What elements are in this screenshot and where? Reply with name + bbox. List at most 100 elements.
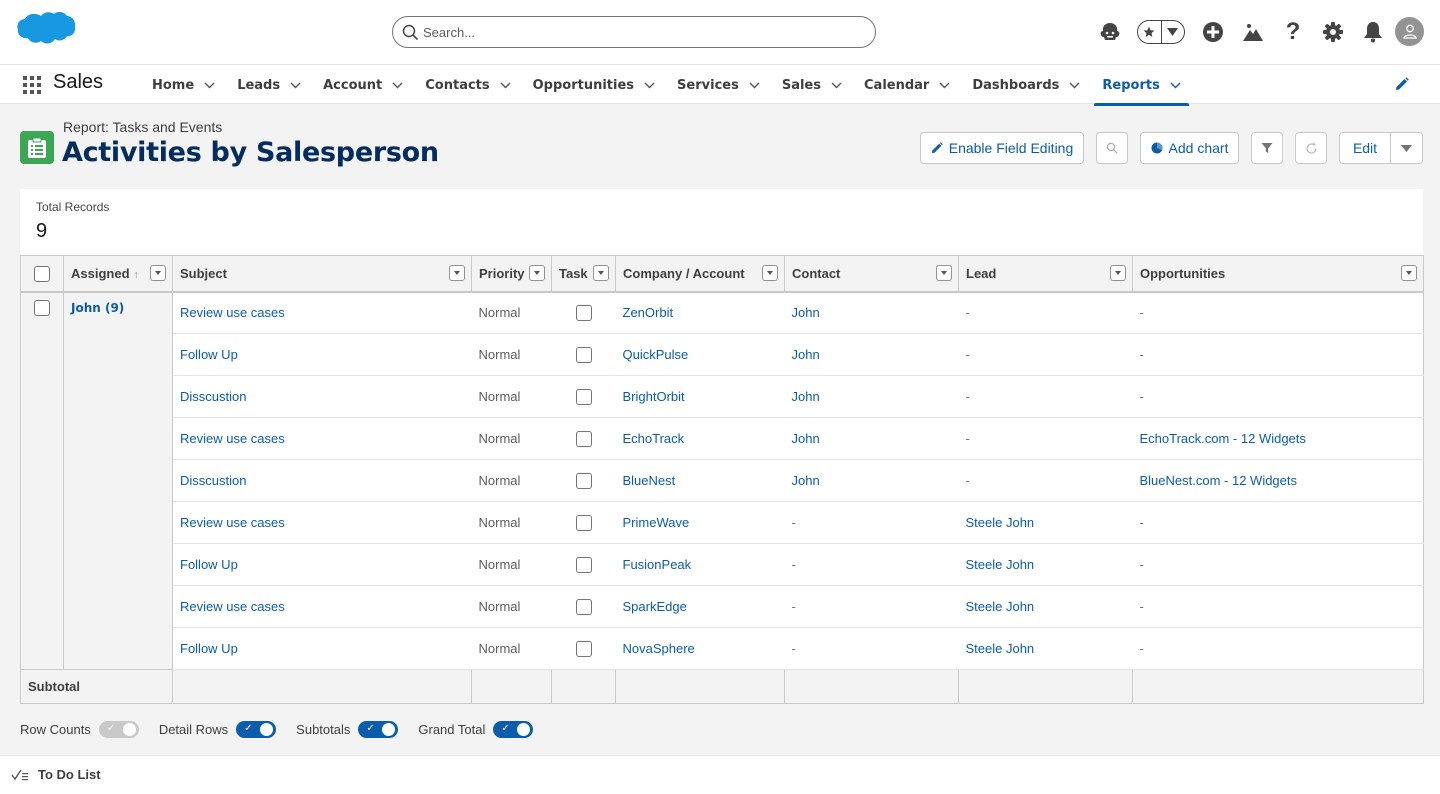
opportunity-value[interactable]: BlueNest.com - 12 Widgets [1140, 473, 1298, 488]
company-value[interactable]: NovaSphere [623, 641, 695, 656]
task-checkbox[interactable] [575, 430, 592, 447]
salesforce-logo[interactable] [16, 11, 76, 53]
chevron-down-icon[interactable] [1069, 82, 1080, 89]
task-checkbox[interactable] [575, 640, 592, 657]
task-checkbox[interactable] [575, 556, 592, 573]
sort-ascending-icon[interactable]: ↑ [134, 269, 140, 281]
nav-item-reports[interactable]: Reports [1094, 65, 1190, 106]
company-value[interactable]: BrightOrbit [623, 389, 685, 404]
company-value[interactable]: ZenOrbit [623, 305, 674, 320]
edit-nav-pencil-icon[interactable] [1395, 77, 1409, 91]
column-menu-button[interactable] [150, 265, 166, 281]
edit-button[interactable]: Edit [1340, 133, 1391, 163]
company-value[interactable]: QuickPulse [623, 347, 689, 362]
filter-button[interactable] [1251, 132, 1283, 164]
lead-value[interactable]: Steele John [966, 515, 1035, 530]
column-menu-button[interactable] [593, 265, 609, 281]
column-header-assigned[interactable]: Assigned ↑ [63, 255, 173, 293]
global-create-icon[interactable] [1201, 20, 1225, 44]
chevron-down-icon[interactable] [500, 82, 511, 89]
group-assigned-link[interactable]: John (9) [71, 301, 124, 315]
contact-value[interactable]: John [792, 305, 820, 320]
task-checkbox[interactable] [575, 514, 592, 531]
task-checkbox[interactable] [575, 346, 592, 363]
subject-value[interactable]: Follow Up [180, 557, 238, 572]
column-menu-button[interactable] [1110, 265, 1126, 281]
trailhead-icon[interactable] [1241, 20, 1265, 44]
lead-value[interactable]: Steele John [966, 599, 1035, 614]
subject-value[interactable]: Review use cases [180, 515, 285, 530]
global-search[interactable] [392, 16, 876, 48]
nav-item-leads[interactable]: Leads [237, 65, 301, 105]
contact-value[interactable]: John [792, 473, 820, 488]
chevron-down-icon[interactable] [644, 82, 655, 89]
subject-value[interactable]: Follow Up [180, 347, 238, 362]
favorites-star-button[interactable] [1138, 21, 1161, 43]
subject-value[interactable]: Review use cases [180, 305, 285, 320]
company-value[interactable]: FusionPeak [623, 557, 692, 572]
column-header-company-account[interactable]: Company / Account [615, 255, 785, 293]
favorites-dropdown-button[interactable] [1160, 21, 1185, 43]
contact-value[interactable]: John [792, 431, 820, 446]
task-checkbox[interactable] [575, 305, 592, 322]
grand-total-toggle[interactable]: ✓ [493, 720, 534, 738]
nav-item-home[interactable]: Home [152, 65, 215, 105]
chevron-down-icon[interactable] [392, 82, 403, 89]
subject-value[interactable]: Follow Up [180, 641, 238, 656]
nav-item-calendar[interactable]: Calendar [864, 65, 950, 105]
column-menu-button[interactable] [449, 265, 465, 281]
subject-value[interactable]: Disscustion [180, 473, 246, 488]
column-menu-button[interactable] [529, 265, 545, 281]
chevron-down-icon[interactable] [290, 82, 301, 89]
opportunity-value[interactable]: EchoTrack.com - 12 Widgets [1140, 431, 1306, 446]
task-checkbox[interactable] [575, 598, 592, 615]
column-header-opportunities[interactable]: Opportunities [1132, 255, 1424, 293]
task-checkbox[interactable] [575, 472, 592, 489]
column-menu-button[interactable] [1401, 265, 1417, 281]
column-header-task[interactable]: Task [551, 255, 616, 293]
search-report-button[interactable] [1096, 132, 1128, 164]
nav-item-account[interactable]: Account [323, 65, 403, 105]
subtotals-toggle[interactable]: ✓ [358, 720, 399, 738]
help-icon[interactable]: ? [1281, 18, 1305, 45]
company-value[interactable]: EchoTrack [623, 431, 685, 446]
company-value[interactable]: SparkEdge [623, 599, 687, 614]
nav-item-services[interactable]: Services [677, 65, 760, 105]
column-header-subject[interactable]: Subject [172, 255, 472, 293]
refresh-button[interactable] [1295, 132, 1327, 164]
search-input[interactable] [423, 24, 875, 40]
company-value[interactable]: PrimeWave [623, 515, 690, 530]
contact-value[interactable]: John [792, 389, 820, 404]
column-menu-button[interactable] [762, 265, 778, 281]
group-checkbox[interactable] [34, 300, 50, 317]
chevron-down-icon[interactable] [749, 82, 760, 89]
column-header-contact[interactable]: Contact [784, 255, 959, 293]
nav-item-contacts[interactable]: Contacts [425, 65, 511, 105]
lead-value[interactable]: Steele John [966, 557, 1035, 572]
user-avatar[interactable] [1395, 17, 1424, 46]
chevron-down-icon[interactable] [939, 82, 950, 89]
subject-value[interactable]: Review use cases [180, 431, 285, 446]
add-chart-button[interactable]: Add chart [1140, 132, 1239, 164]
company-value[interactable]: BlueNest [623, 473, 676, 488]
detail-rows-toggle[interactable]: ✓ [236, 720, 277, 738]
chevron-down-icon[interactable] [204, 82, 215, 89]
notifications-bell-icon[interactable] [1361, 20, 1385, 44]
chevron-down-icon[interactable] [831, 82, 842, 89]
contact-value[interactable]: John [792, 347, 820, 362]
subject-value[interactable]: Review use cases [180, 599, 285, 614]
todo-list-button[interactable]: To Do List [11, 767, 101, 782]
subject-value[interactable]: Disscustion [180, 389, 246, 404]
agent-icon[interactable] [1098, 20, 1122, 44]
task-checkbox[interactable] [575, 388, 592, 405]
column-menu-button[interactable] [936, 265, 952, 281]
chevron-down-icon[interactable] [1170, 82, 1181, 89]
column-header-priority[interactable]: Priority [471, 255, 552, 293]
column-header-lead[interactable]: Lead [958, 255, 1133, 293]
nav-item-sales[interactable]: Sales [782, 65, 842, 105]
app-launcher-icon[interactable] [23, 76, 41, 94]
select-all-checkbox[interactable] [34, 265, 50, 282]
lead-value[interactable]: Steele John [966, 641, 1035, 656]
nav-item-opportunities[interactable]: Opportunities [533, 65, 655, 105]
edit-more-actions-button[interactable] [1391, 133, 1422, 163]
